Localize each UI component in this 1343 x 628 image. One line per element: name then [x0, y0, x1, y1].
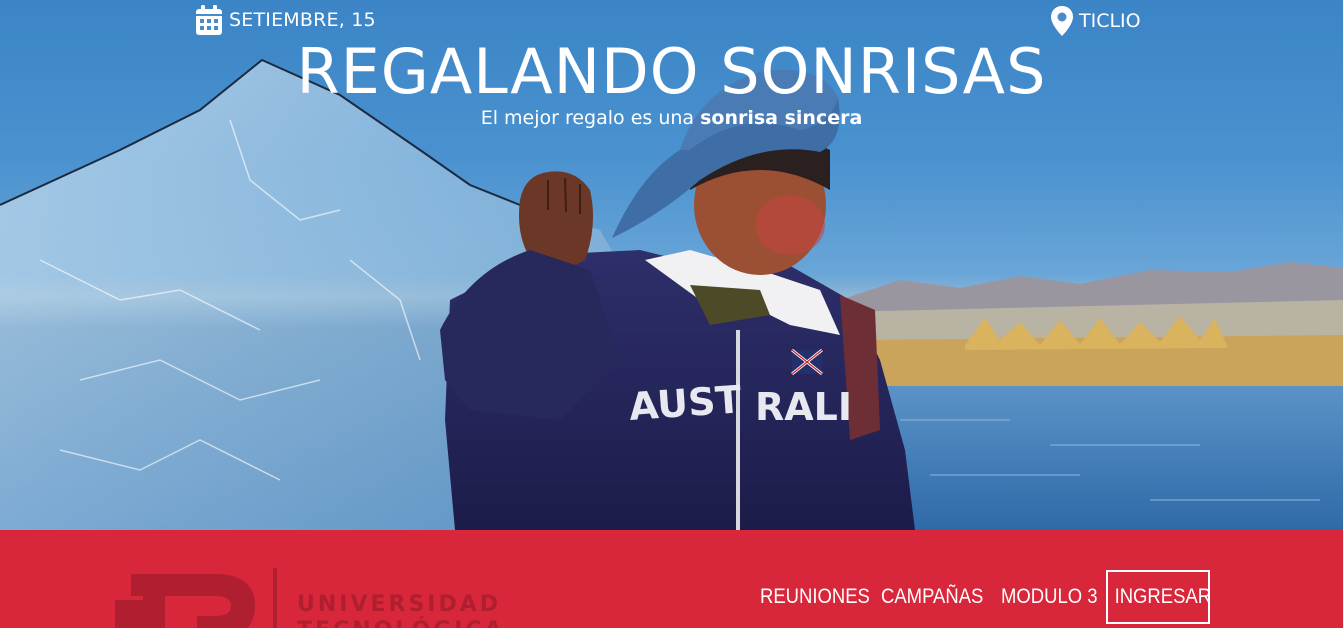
- hero-subtitle-emphasis: sonrisa sincera: [700, 107, 863, 129]
- nav-campanas[interactable]: CAMPAÑAS: [881, 570, 983, 624]
- event-date: SETIEMBRE, 15: [195, 4, 376, 36]
- hero-title: REGALANDO SONRISAS: [296, 35, 1047, 108]
- event-date-text: SETIEMBRE, 15: [229, 9, 376, 31]
- nav-modulo-3[interactable]: MODULO 3: [1001, 570, 1098, 624]
- login-button-label: INGRESAR: [1114, 585, 1212, 608]
- logo-text-line1: UNIVERSIDAD: [297, 592, 502, 617]
- hero-banner: AUST RALI SETIEMBRE, 15 TICLIO REGALANDO…: [0, 0, 1343, 530]
- logo-text-line2: TECNOLÓGICA: [297, 618, 505, 628]
- login-button[interactable]: INGRESAR: [1106, 570, 1212, 624]
- main-navbar: UNIVERSIDAD TECNOLÓGICA REUNIONES CAMPAÑ…: [0, 530, 1343, 628]
- nav-reuniones[interactable]: REUNIONES: [760, 570, 870, 624]
- calendar-icon: [196, 5, 222, 35]
- map-pin-icon: [1051, 6, 1073, 36]
- hero-subtitle-prefix: El mejor regalo es una: [480, 107, 701, 129]
- svg-text:RALI: RALI: [755, 385, 852, 429]
- svg-text:AUST: AUST: [628, 377, 743, 429]
- hero-subtitle: El mejor regalo es una sonrisa sincera: [0, 107, 1343, 129]
- event-location-text: TICLIO: [1079, 10, 1141, 32]
- event-location: TICLIO: [1050, 4, 1141, 38]
- university-logo-text: UNIVERSIDAD TECNOLÓGICA: [297, 592, 505, 628]
